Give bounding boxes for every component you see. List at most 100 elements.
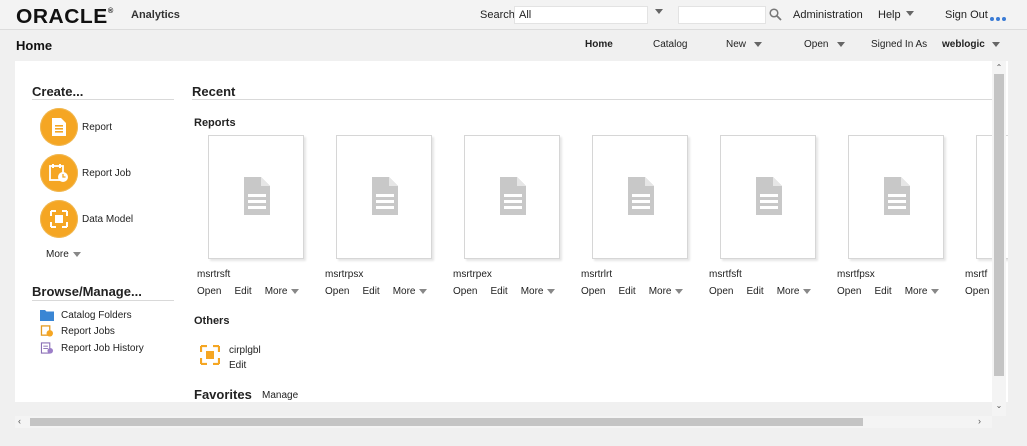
create-report-job-button[interactable]: Report Job bbox=[39, 154, 169, 194]
chevron-down-icon[interactable] bbox=[290, 288, 299, 294]
administration-link[interactable]: Administration bbox=[793, 9, 863, 21]
report-icon[interactable] bbox=[40, 108, 78, 146]
report-name[interactable]: msrtrsft bbox=[197, 269, 230, 280]
more-label[interactable]: More bbox=[46, 249, 69, 260]
more-menu[interactable]: More bbox=[393, 286, 416, 297]
report-card[interactable]: msrtrpsx Open Edit More bbox=[325, 135, 446, 305]
report-card[interactable]: msrtrpex Open Edit More bbox=[453, 135, 574, 305]
chevron-down-icon[interactable] bbox=[546, 288, 555, 294]
chevron-down-icon[interactable] bbox=[802, 288, 811, 294]
chevron-down-icon[interactable] bbox=[992, 42, 1000, 47]
main-panel: Create... Report Report Job Data Model M… bbox=[15, 61, 1008, 402]
edit-link[interactable]: Edit bbox=[362, 286, 379, 297]
chevron-down-icon[interactable] bbox=[72, 251, 81, 257]
create-heading: Create... bbox=[32, 84, 84, 99]
report-name[interactable]: msrtfsft bbox=[709, 269, 742, 280]
chevron-down-icon[interactable] bbox=[418, 288, 427, 294]
scroll-up-icon[interactable]: ⌃ bbox=[995, 63, 1003, 72]
open-link[interactable]: Open bbox=[709, 286, 733, 297]
report-jobs-icon bbox=[40, 325, 53, 337]
chevron-down-icon[interactable] bbox=[754, 42, 762, 47]
chevron-down-icon[interactable] bbox=[837, 42, 845, 47]
document-icon bbox=[372, 177, 398, 215]
user-menu[interactable]: weblogic bbox=[942, 39, 985, 50]
more-menu[interactable]: More bbox=[777, 286, 800, 297]
report-name[interactable]: msrtf bbox=[965, 269, 987, 280]
report-name[interactable]: msrtfpsx bbox=[837, 269, 875, 280]
others-item-name[interactable]: cirplgbl bbox=[229, 345, 261, 356]
report-thumbnail[interactable] bbox=[592, 135, 688, 259]
search-icon[interactable] bbox=[769, 8, 782, 21]
product-name: Analytics bbox=[131, 9, 180, 21]
report-job-icon[interactable] bbox=[40, 154, 78, 192]
edit-link[interactable]: Edit bbox=[874, 286, 891, 297]
document-icon bbox=[500, 177, 526, 215]
edit-link[interactable]: Edit bbox=[234, 286, 251, 297]
report-jobs-label[interactable]: Report Jobs bbox=[61, 326, 115, 337]
create-more-menu[interactable]: More bbox=[46, 249, 81, 260]
document-icon bbox=[244, 177, 270, 215]
search-input[interactable] bbox=[678, 6, 766, 24]
nav-home[interactable]: Home bbox=[585, 39, 613, 50]
sign-out-link[interactable]: Sign Out bbox=[945, 9, 988, 21]
report-name[interactable]: msrtrpsx bbox=[325, 269, 363, 280]
more-options-icon[interactable] bbox=[990, 12, 1008, 24]
edit-link[interactable]: Edit bbox=[490, 286, 507, 297]
open-link[interactable]: Open bbox=[453, 286, 477, 297]
catalog-folders-label[interactable]: Catalog Folders bbox=[61, 310, 132, 321]
more-menu[interactable]: More bbox=[649, 286, 672, 297]
horizontal-scrollbar[interactable]: ‹ › bbox=[15, 416, 992, 428]
scroll-left-icon[interactable]: ‹ bbox=[18, 416, 21, 426]
create-data-model-label[interactable]: Data Model bbox=[82, 214, 133, 225]
divider bbox=[32, 99, 174, 100]
create-report-button[interactable]: Report bbox=[39, 108, 169, 148]
report-name[interactable]: msrtrlrt bbox=[581, 269, 612, 280]
report-thumbnail[interactable] bbox=[464, 135, 560, 259]
report-card[interactable]: msrtfsft Open Edit More bbox=[709, 135, 830, 305]
scrollbar-thumb[interactable] bbox=[30, 418, 863, 426]
more-menu[interactable]: More bbox=[265, 286, 288, 297]
top-header: ORACLE® Analytics Search All Administrat… bbox=[0, 0, 1027, 30]
chevron-down-icon[interactable] bbox=[930, 288, 939, 294]
edit-link[interactable]: Edit bbox=[229, 360, 246, 371]
scroll-down-icon[interactable]: ⌄ bbox=[995, 401, 1003, 410]
page-title: Home bbox=[16, 38, 53, 53]
nav-open[interactable]: Open bbox=[804, 39, 828, 50]
open-link[interactable]: Open bbox=[581, 286, 605, 297]
open-link[interactable]: Open bbox=[837, 286, 861, 297]
others-item[interactable]: cirplgbl Edit bbox=[200, 343, 320, 373]
more-menu[interactable]: More bbox=[905, 286, 928, 297]
signed-in-label: Signed In As bbox=[871, 39, 928, 50]
report-thumbnail[interactable] bbox=[336, 135, 432, 259]
report-card[interactable]: msrtrlrt Open Edit More bbox=[581, 135, 702, 305]
open-link[interactable]: Open bbox=[197, 286, 221, 297]
chevron-down-icon[interactable] bbox=[674, 288, 683, 294]
edit-link[interactable]: Edit bbox=[618, 286, 635, 297]
open-link[interactable]: Open bbox=[965, 286, 989, 297]
report-card[interactable]: msrtrsft Open Edit More bbox=[197, 135, 318, 305]
scroll-right-icon[interactable]: › bbox=[978, 416, 981, 426]
report-thumbnail[interactable] bbox=[208, 135, 304, 259]
report-name[interactable]: msrtrpex bbox=[453, 269, 492, 280]
nav-catalog[interactable]: Catalog bbox=[653, 39, 687, 50]
job-history-icon bbox=[40, 342, 53, 354]
create-report-label[interactable]: Report bbox=[82, 122, 112, 133]
chevron-down-icon[interactable] bbox=[655, 9, 663, 14]
chevron-down-icon[interactable] bbox=[906, 11, 914, 16]
report-job-history-label[interactable]: Report Job History bbox=[61, 343, 144, 354]
data-model-icon[interactable] bbox=[40, 200, 78, 238]
vertical-scrollbar[interactable]: ⌃ ⌄ bbox=[992, 61, 1006, 416]
open-link[interactable]: Open bbox=[325, 286, 349, 297]
create-data-model-button[interactable]: Data Model bbox=[39, 200, 169, 240]
create-report-job-label[interactable]: Report Job bbox=[82, 168, 131, 179]
nav-new[interactable]: New bbox=[726, 39, 746, 50]
report-thumbnail[interactable] bbox=[848, 135, 944, 259]
more-menu[interactable]: More bbox=[521, 286, 544, 297]
help-menu[interactable]: Help bbox=[878, 9, 901, 21]
search-scope-select[interactable]: All bbox=[514, 6, 648, 24]
scrollbar-thumb[interactable] bbox=[994, 74, 1004, 376]
report-card[interactable]: msrtfpsx Open Edit More bbox=[837, 135, 958, 305]
edit-link[interactable]: Edit bbox=[746, 286, 763, 297]
favorites-manage-link[interactable]: Manage bbox=[262, 390, 298, 401]
report-thumbnail[interactable] bbox=[720, 135, 816, 259]
